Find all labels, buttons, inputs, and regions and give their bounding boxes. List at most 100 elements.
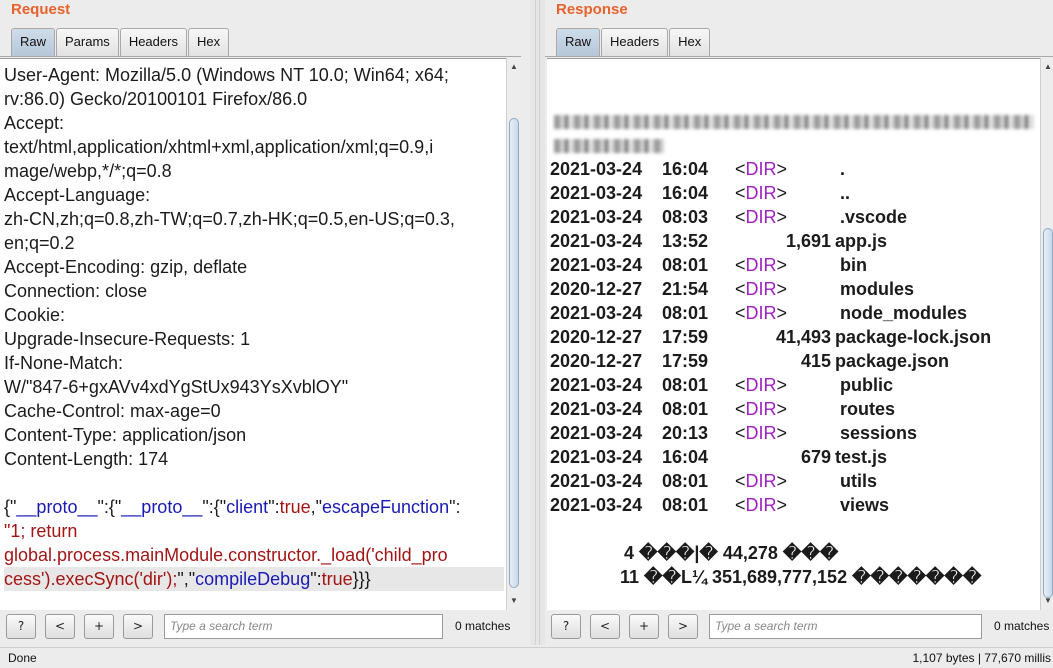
dir-bracket: < [735, 423, 746, 443]
dir-tag: <DIR> [735, 493, 787, 517]
dir-entry: 2021-03-24 08:03 <DIR> .vscode [550, 205, 1040, 229]
dir-keyword: DIR [745, 471, 777, 491]
entry-size: 415 [800, 351, 831, 371]
dir-tag: <DIR> [735, 157, 787, 181]
entry-name: sessions [840, 423, 918, 443]
add-button[interactable]: + [84, 614, 114, 639]
dir-bracket: < [735, 255, 746, 275]
dir-keyword: DIR [745, 375, 777, 395]
request-raw-text[interactable]: User-Agent: Mozilla/5.0 (Windows NT 10.0… [4, 63, 504, 591]
entry-date: 2021-03-24 [550, 375, 643, 395]
entry-date: 2021-03-24 [550, 303, 643, 323]
dir-bracket: > [776, 279, 788, 299]
tab-headers[interactable]: Headers [601, 28, 669, 56]
split-divider[interactable] [530, 0, 545, 645]
request-scrollbar[interactable]: ▲ ▼ [506, 58, 521, 610]
entry-size: 41,493 [775, 327, 831, 347]
json-punct: ": [268, 497, 280, 517]
status-bar: Done 1,107 bytes | 77,670 millis [0, 647, 1053, 668]
entry-name: package.json [835, 351, 950, 371]
dir-bracket: < [735, 375, 746, 395]
dir-entry: 2021-03-24 08:01 <DIR> bin [550, 253, 1040, 277]
header-line: Upgrade-Insecure-Requests: 1 [4, 329, 251, 349]
entry-time: 20:13 [662, 423, 709, 443]
request-editor[interactable]: User-Agent: Mozilla/5.0 (Windows NT 10.0… [0, 58, 506, 610]
entry-name: routes [840, 399, 896, 419]
scroll-up-icon[interactable]: ▲ [507, 60, 521, 74]
header-line: W/"847-6+gxAVv4xdYgStUx943YsXvblOY" [4, 377, 349, 397]
entry-time: 08:01 [662, 495, 709, 515]
header-line: en;q=0.2 [4, 233, 75, 253]
entry-name: app.js [835, 231, 888, 251]
redacted-text [554, 139, 664, 153]
dir-keyword: DIR [745, 399, 777, 419]
request-tabs: Raw Params Headers Hex [11, 28, 230, 56]
scroll-down-icon[interactable]: ▼ [507, 594, 521, 608]
scroll-thumb[interactable] [1043, 228, 1053, 598]
add-button[interactable]: + [629, 614, 659, 639]
dir-entry: 2020-12-27 17:59 41,493 package-lock.json [550, 325, 1040, 349]
response-tabs: Raw Headers Hex [556, 28, 711, 56]
divider-grip[interactable] [535, 0, 540, 645]
help-button[interactable]: ? [6, 614, 36, 639]
dir-entry: 2021-03-24 08:01 <DIR> routes [550, 397, 1040, 421]
dir-bracket: > [776, 495, 788, 515]
tab-hex[interactable]: Hex [187, 28, 230, 56]
scroll-down-icon[interactable]: ▼ [1041, 594, 1053, 608]
entry-name: node_modules [840, 303, 968, 323]
json-value: true [321, 569, 353, 589]
response-scrollbar[interactable]: ▲ ▼ [1040, 58, 1053, 610]
tab-hex[interactable]: Hex [669, 28, 711, 56]
dir-entry: 2021-03-24 08:01 <DIR> node_modules [550, 301, 1040, 325]
help-button[interactable]: ? [551, 614, 581, 639]
match-count: 0 matches [994, 619, 1050, 633]
json-punct: ":{" [202, 497, 227, 517]
json-key: __proto__ [16, 497, 98, 517]
entry-date: 2021-03-24 [550, 423, 643, 443]
dir-entry: 2020-12-27 21:54 <DIR> modules [550, 277, 1040, 301]
next-button[interactable]: > [668, 614, 698, 639]
entry-name: views [840, 495, 890, 515]
dir-bracket: > [776, 471, 788, 491]
response-editor[interactable]: 2021-03-24 16:04 <DIR>. 2021-03-24 16:04 <DIR… [547, 58, 1040, 610]
entry-size: 1,691 [785, 231, 831, 251]
scroll-up-icon[interactable]: ▲ [1041, 60, 1053, 74]
tab-underline [0, 56, 521, 57]
json-punct: ":{" [97, 497, 122, 517]
tab-raw[interactable]: Raw [556, 28, 601, 56]
summary-dirs-text: 11 ��L¼ 351,689,777,152 ������� [620, 567, 982, 587]
dir-entry: 2020-12-27 17:59 415 package.json [550, 349, 1040, 373]
scroll-thumb[interactable] [509, 118, 519, 588]
response-title: Response [556, 1, 628, 18]
dir-keyword: DIR [745, 255, 777, 275]
summary-files: 4 ���|� 44,278 ��� [550, 541, 1040, 565]
request-title: Request [11, 1, 71, 18]
entry-name: utils [840, 471, 878, 491]
dir-tag: <DIR> [735, 301, 787, 325]
entry-date: 2021-03-24 [550, 183, 643, 203]
search-input[interactable]: Type a search term [709, 614, 982, 639]
header-line: Content-Type: application/json [4, 425, 247, 445]
entry-name: public [840, 375, 893, 395]
next-button[interactable]: > [123, 614, 153, 639]
entry-name: . [840, 159, 846, 179]
previous-button[interactable]: < [590, 614, 620, 639]
tab-raw[interactable]: Raw [11, 28, 56, 56]
header-line: Cache-Control: max-age=0 [4, 401, 221, 421]
tab-underline [545, 56, 1053, 57]
header-line: text/html,application/xhtml+xml,applicat… [4, 137, 434, 157]
dir-bracket: < [735, 183, 746, 203]
redacted-text [554, 115, 1034, 129]
search-input[interactable]: Type a search term [164, 614, 443, 639]
dir-bracket: < [735, 159, 746, 179]
dir-keyword: DIR [745, 207, 777, 227]
dir-bracket: > [776, 255, 788, 275]
previous-button[interactable]: < [45, 614, 75, 639]
entry-time: 16:04 [662, 183, 709, 203]
entry-time: 21:54 [662, 279, 709, 299]
dir-keyword: DIR [745, 183, 777, 203]
tab-params[interactable]: Params [56, 28, 119, 56]
entry-time: 08:03 [662, 207, 709, 227]
json-body-line-2: "1; return [4, 521, 78, 541]
tab-headers[interactable]: Headers [119, 28, 187, 56]
